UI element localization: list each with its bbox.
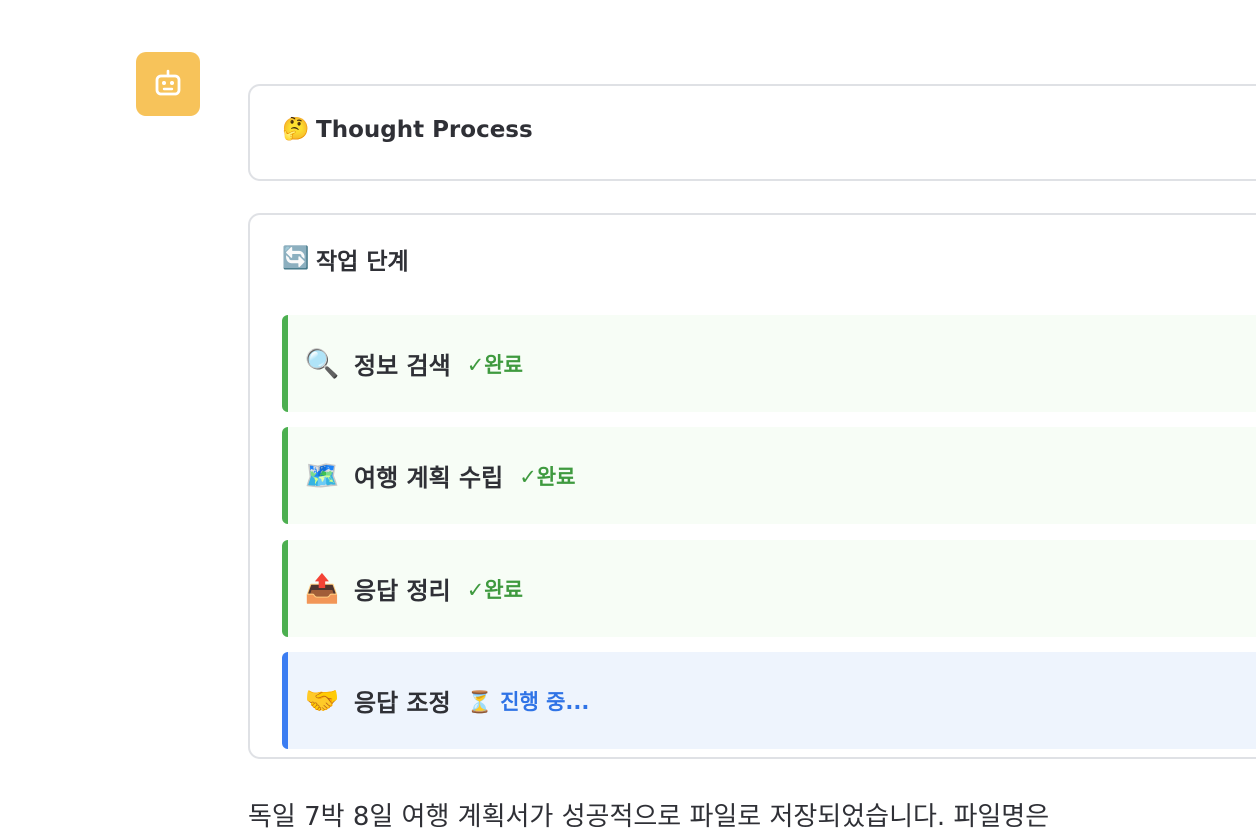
thought-process-panel[interactable]: 🤔 Thought Process — [248, 84, 1256, 181]
magnifying-glass-icon: 🔍 — [304, 346, 340, 380]
outbox-tray-icon: 📤 — [304, 571, 340, 605]
work-steps-panel: 🔄 작업 단계 🔍 정보 검색 ✓완료 🗺️ 여행 계획 수립 ✓완료 📤 응답… — [248, 213, 1256, 759]
step-status-text: 진행 중... — [500, 689, 590, 714]
work-steps-header: 🔄 작업 단계 — [282, 242, 409, 276]
hourglass-icon: ⏳ — [466, 689, 493, 714]
step-label: 여행 계획 수립 — [354, 464, 504, 492]
thought-process-header[interactable]: 🤔 Thought Process — [282, 116, 533, 144]
robot-icon — [155, 69, 181, 96]
step-response-organize: 📤 응답 정리 ✓완료 — [282, 540, 1256, 637]
step-info-search: 🔍 정보 검색 ✓완료 — [282, 315, 1256, 412]
world-map-icon: 🗺️ — [304, 458, 340, 492]
step-label: 응답 정리 — [354, 577, 451, 605]
refresh-arrows-icon: 🔄 — [282, 246, 310, 271]
work-steps-title: 작업 단계 — [316, 249, 409, 275]
step-status-done: ✓완료 — [519, 464, 576, 489]
step-status-in-progress: ⏳ 진행 중... — [467, 686, 590, 716]
assistant-avatar — [136, 52, 200, 116]
step-travel-plan: 🗺️ 여행 계획 수립 ✓완료 — [282, 427, 1256, 524]
step-response-adjust: 🤝 응답 조정 ⏳ 진행 중... — [282, 652, 1256, 749]
assistant-answer-text: 독일 7박 8일 여행 계획서가 성공적으로 파일로 저장되었습니다. 파일명은 — [248, 802, 1050, 832]
step-status-done: ✓완료 — [466, 352, 523, 377]
step-label: 정보 검색 — [354, 352, 451, 380]
thought-process-title: Thought Process — [316, 117, 533, 143]
thinking-face-icon: 🤔 — [282, 117, 310, 142]
step-status-done: ✓완료 — [466, 577, 523, 602]
step-label: 응답 조정 — [354, 689, 451, 717]
handshake-icon: 🤝 — [304, 683, 340, 717]
